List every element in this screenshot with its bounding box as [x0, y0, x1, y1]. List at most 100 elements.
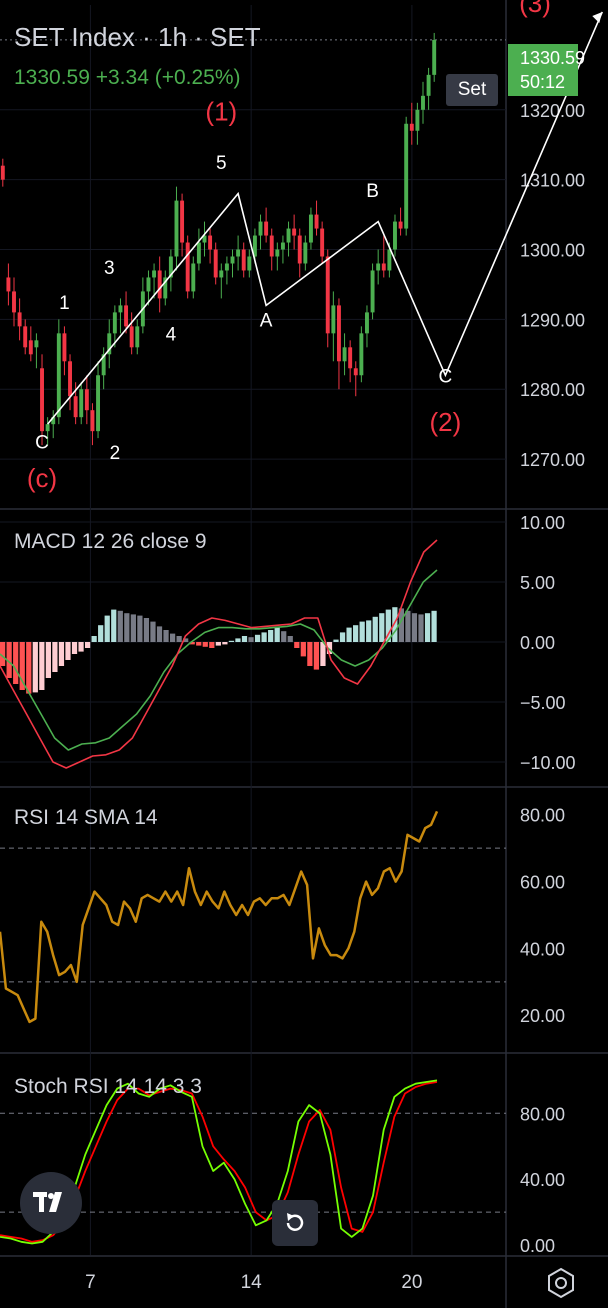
- macd-histogram-bar: [248, 637, 254, 642]
- macd-histogram-bar: [71, 642, 78, 654]
- macd-histogram-bar: [268, 630, 274, 642]
- wave-label: 3: [104, 258, 115, 279]
- macd-histogram-bar: [339, 632, 346, 642]
- candle-body: [303, 242, 308, 264]
- candle-body: [387, 249, 392, 271]
- stoch-tick-label: 40.00: [520, 1170, 565, 1190]
- candle-body: [84, 389, 89, 411]
- macd-histogram-bar: [431, 610, 437, 642]
- macd-tick-label: −5.00: [520, 693, 566, 713]
- macd-histogram-bar: [333, 639, 339, 642]
- candle-body: [421, 95, 425, 110]
- price-change: 1330.59 +3.34 (+0.25%): [14, 66, 241, 89]
- candle-body: [213, 249, 218, 278]
- candle-body: [28, 340, 33, 355]
- candle-body: [247, 256, 252, 271]
- candle-body: [146, 277, 151, 292]
- candle-body: [393, 221, 397, 250]
- candle-body: [45, 424, 50, 432]
- candle-body: [230, 256, 235, 264]
- candle-body: [342, 347, 347, 362]
- macd-histogram-bar: [405, 610, 411, 642]
- macd-histogram-bar: [169, 633, 176, 642]
- macd-histogram-bar: [26, 642, 32, 694]
- macd-histogram-bar: [163, 630, 169, 642]
- candle-body: [34, 340, 39, 348]
- macd-histogram-bar: [274, 627, 280, 642]
- macd-histogram-bar: [222, 642, 228, 645]
- candle-body: [174, 200, 179, 257]
- gear-icon[interactable]: [544, 1266, 578, 1300]
- macd-histogram-bar: [13, 642, 19, 684]
- macd-histogram-bar: [300, 642, 306, 657]
- macd-histogram-bar: [320, 642, 326, 666]
- candle-body: [264, 221, 269, 236]
- wave-label: C: [439, 366, 453, 387]
- macd-histogram-bar: [58, 642, 65, 666]
- macd-histogram-bar: [411, 613, 418, 642]
- stoch-rsi-label: Stoch RSI 14 14 3 3: [14, 1075, 202, 1098]
- macd-histogram-bar: [124, 613, 130, 642]
- candle-body: [62, 333, 67, 362]
- candle-body: [331, 305, 336, 334]
- candle-body: [320, 228, 325, 257]
- candle-body: [348, 347, 353, 369]
- macd-histogram-bar: [111, 609, 117, 642]
- macd-histogram-bar: [52, 642, 58, 672]
- candle-body: [90, 410, 95, 432]
- macd-label: MACD 12 26 close 9: [14, 530, 207, 553]
- rsi-line: [0, 810, 439, 1024]
- candle-body: [280, 242, 285, 250]
- candle-body: [325, 256, 330, 334]
- macd-histogram-bar: [215, 642, 221, 646]
- wave-label: 2: [110, 443, 121, 464]
- macd-histogram-bar: [424, 613, 431, 642]
- wave-label: 5: [216, 153, 227, 174]
- candle-body: [23, 326, 28, 348]
- x-tick-label: 20: [401, 1272, 422, 1293]
- candle-body: [191, 263, 196, 292]
- price-tick-label: 1290.00: [520, 310, 585, 330]
- macd-tick-label: 5.00: [520, 573, 555, 593]
- tradingview-logo-icon[interactable]: [20, 1172, 82, 1234]
- set-button[interactable]: Set: [446, 74, 498, 106]
- macd-histogram-bar: [379, 613, 385, 642]
- macd-tick-label: 0.00: [520, 633, 555, 653]
- macd-histogram-bar: [130, 614, 136, 642]
- reset-chart-icon[interactable]: [272, 1200, 318, 1246]
- macd-histogram-bar: [176, 636, 182, 642]
- macd-histogram-bar: [241, 636, 248, 642]
- last-price-tag: 1330.59 50:12: [508, 44, 585, 96]
- stoch-tick-label: 80.00: [520, 1104, 565, 1124]
- candle-body: [381, 263, 386, 271]
- candle-body: [118, 305, 123, 313]
- candle-body: [79, 389, 84, 418]
- price-tick-label: 1270.00: [520, 450, 585, 470]
- rsi-tick-label: 40.00: [520, 939, 565, 959]
- wave-label: (2): [430, 407, 462, 437]
- candle-body: [370, 270, 375, 313]
- candle-body: [180, 200, 185, 243]
- candle-body: [376, 263, 381, 271]
- candle-body: [426, 74, 431, 96]
- chart-canvas[interactable]: 7 14 20 1320.00 1 3 10.00 1300.00 1290.00 1280.00…: [0, 0, 608, 1308]
- candle-body: [17, 312, 22, 327]
- candle-body: [6, 277, 11, 292]
- macd-histogram-bar: [307, 642, 313, 666]
- macd-histogram-bar: [117, 610, 123, 642]
- candle-body: [409, 123, 414, 131]
- candle-body: [297, 235, 302, 264]
- candle-body: [404, 123, 409, 229]
- macd-histogram-bar: [84, 642, 91, 648]
- macd-histogram-bar: [65, 642, 71, 660]
- wave-label: (1): [205, 96, 237, 126]
- macd-histogram-bar: [228, 640, 235, 642]
- candle-body: [112, 312, 117, 334]
- chart-title: SET Index · 1h · SET: [14, 22, 261, 52]
- candle-body: [359, 333, 364, 376]
- price-tick-label: 1320.00: [520, 101, 585, 121]
- candle-body: [219, 270, 224, 278]
- candle-body: [269, 235, 274, 257]
- macd-histogram-bar: [156, 626, 163, 642]
- candle-body: [185, 242, 190, 292]
